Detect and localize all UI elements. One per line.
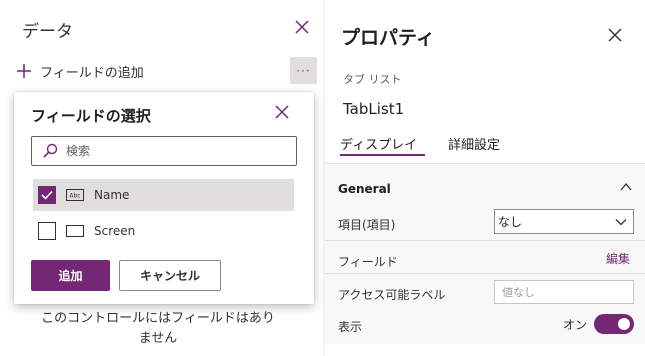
accessible-label-field[interactable] — [494, 280, 634, 304]
data-panel-title: データ — [22, 22, 73, 42]
tab-advanced[interactable]: 詳細設定 — [448, 134, 500, 153]
general-section: General 項目(項目) なし フィールド 編集 アクセス可能ラベル 表示 … — [325, 164, 645, 344]
data-panel: データ フィールドの追加 ··· このコントロールにはフィールドはありません フ… — [0, 0, 323, 356]
flyout-title: フィールドの選択 — [31, 107, 151, 125]
svg-text:Abc: Abc — [69, 193, 80, 200]
close-icon[interactable] — [608, 28, 622, 42]
search-icon — [43, 143, 58, 158]
field-row-name[interactable]: Abc Name — [33, 179, 294, 211]
field-label: Screen — [94, 224, 136, 238]
divider — [325, 240, 645, 241]
visible-state-text: オン — [563, 318, 588, 332]
checkbox-checked[interactable] — [38, 186, 56, 204]
divider — [325, 273, 645, 274]
field-row-screen[interactable]: Screen — [33, 215, 294, 247]
active-tab-indicator — [340, 154, 425, 156]
properties-title: プロパティ — [341, 27, 435, 49]
accessible-label-label: アクセス可能ラベル — [338, 288, 446, 302]
empty-fields-message: このコントロールにはフィールドはありません — [41, 311, 275, 346]
chevron-up-icon[interactable] — [620, 182, 632, 192]
control-name[interactable]: TabList1 — [343, 100, 404, 118]
checkmark-icon — [41, 190, 53, 200]
add-field-label: フィールドの追加 — [40, 65, 144, 81]
visible-label: 表示 — [338, 320, 363, 334]
add-button[interactable]: 追加 — [31, 260, 110, 291]
text-abc-icon: Abc — [66, 189, 84, 201]
section-title[interactable]: General — [338, 182, 391, 196]
items-dropdown[interactable]: なし — [494, 209, 634, 234]
search-box[interactable] — [31, 136, 297, 166]
close-icon[interactable] — [294, 19, 310, 35]
chevron-down-icon — [615, 218, 627, 225]
tab-display[interactable]: ディスプレイ — [340, 134, 417, 153]
close-icon[interactable] — [275, 105, 289, 119]
checkbox-unchecked[interactable] — [38, 222, 56, 240]
fields-edit-link[interactable]: 編集 — [606, 250, 630, 267]
items-label: 項目(項目) — [338, 218, 396, 232]
fields-label: フィールド — [338, 255, 398, 269]
search-input[interactable] — [64, 143, 288, 159]
properties-panel: プロパティ タブ リスト TabList1 ディスプレイ 詳細設定 Genera… — [325, 0, 645, 356]
field-selection-flyout: フィールドの選択 Abc Name — [14, 92, 314, 304]
items-dropdown-value: なし — [498, 215, 523, 229]
accessible-label-input[interactable] — [500, 284, 632, 300]
toggle-knob — [618, 318, 630, 330]
screen-icon — [66, 225, 84, 237]
visible-toggle[interactable] — [594, 314, 634, 334]
more-options-button[interactable]: ··· — [290, 57, 317, 84]
add-field-button[interactable]: フィールドの追加 — [16, 57, 144, 85]
control-type-label: タブ リスト — [343, 73, 402, 86]
cancel-button[interactable]: キャンセル — [119, 260, 221, 291]
field-label: Name — [94, 188, 130, 202]
plus-icon — [17, 64, 31, 78]
